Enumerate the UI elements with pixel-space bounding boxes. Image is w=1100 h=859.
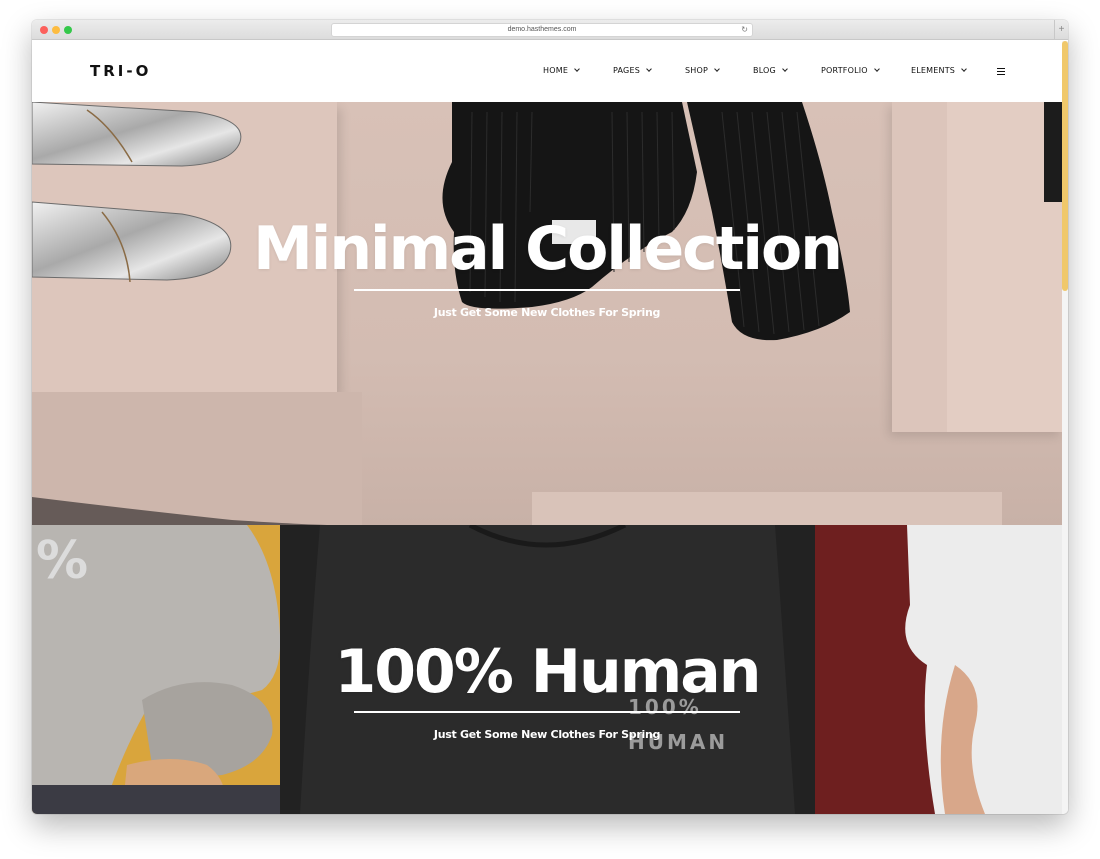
hero-slide-100-human: % 100% HUMAN 100% Human Just Get Some Ne… bbox=[32, 525, 1062, 814]
nav-item-shop[interactable]: SHOP bbox=[685, 66, 720, 75]
chevron-down-icon bbox=[873, 66, 880, 72]
hero-subtitle: Just Get Some New Clothes For Spring bbox=[433, 728, 661, 741]
address-text: demo.hasthemes.com bbox=[507, 26, 577, 33]
chevron-down-icon bbox=[646, 66, 652, 72]
nav-item-elements[interactable]: ELEMENTS bbox=[911, 66, 967, 75]
chevron-down-icon bbox=[782, 66, 788, 72]
hero-slide-minimal-collection: Minimal Collection Just Get Some New Clo… bbox=[32, 102, 1062, 525]
browser-toolbar: demo.hasthemes.com ↻ + bbox=[32, 20, 1068, 40]
chevron-down-icon bbox=[961, 66, 967, 72]
nav-label: ELEMENTS bbox=[911, 66, 956, 75]
browser-window: demo.hasthemes.com ↻ + TRI-O HOME PAGES … bbox=[32, 20, 1068, 814]
hero-title: Minimal Collection bbox=[253, 214, 843, 284]
hero-subtitle: Just Get Some New Clothes For Spring bbox=[433, 306, 661, 319]
page-scrollbar[interactable] bbox=[1062, 41, 1068, 814]
nav-label: BLOG bbox=[753, 66, 776, 75]
maximize-window-icon[interactable] bbox=[64, 26, 72, 34]
reload-icon[interactable]: ↻ bbox=[741, 24, 748, 36]
nav-item-blog[interactable]: BLOG bbox=[753, 66, 788, 75]
nav-item-portfolio[interactable]: PORTFOLIO bbox=[821, 66, 880, 75]
minimize-window-icon[interactable] bbox=[52, 26, 60, 34]
nav-label: SHOP bbox=[685, 66, 709, 75]
chevron-down-icon bbox=[574, 66, 580, 72]
scrollbar-thumb[interactable] bbox=[1062, 41, 1068, 291]
site-logo[interactable]: TRI-O bbox=[90, 62, 151, 80]
hero-title: 100% Human bbox=[334, 637, 762, 707]
plus-icon[interactable]: + bbox=[1054, 20, 1068, 40]
hero-divider bbox=[354, 289, 740, 291]
address-bar[interactable]: demo.hasthemes.com ↻ bbox=[331, 23, 753, 37]
site-header: TRI-O HOME PAGES SHOP BLOG PORTFOLIO ELE… bbox=[32, 41, 1062, 102]
hamburger-icon[interactable] bbox=[997, 68, 1005, 75]
nav-item-pages[interactable]: PAGES bbox=[613, 66, 652, 75]
nav-label: PAGES bbox=[613, 66, 640, 75]
nav-label: HOME bbox=[543, 66, 569, 75]
hero-divider bbox=[354, 711, 740, 713]
nav-label: PORTFOLIO bbox=[821, 66, 868, 75]
chevron-down-icon bbox=[714, 66, 720, 72]
close-window-icon[interactable] bbox=[40, 26, 48, 34]
nav-item-home[interactable]: HOME bbox=[543, 66, 580, 75]
sweater-print: % bbox=[36, 531, 89, 591]
